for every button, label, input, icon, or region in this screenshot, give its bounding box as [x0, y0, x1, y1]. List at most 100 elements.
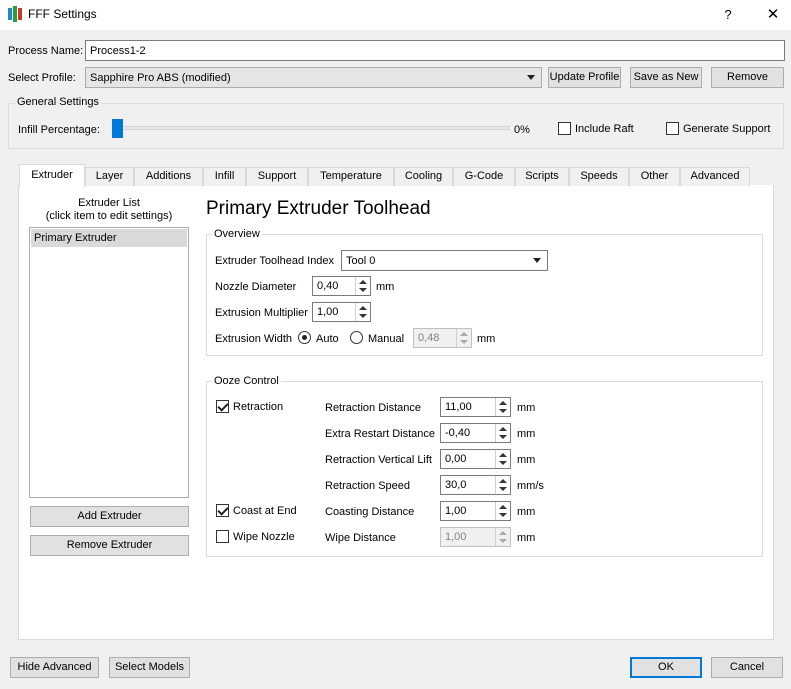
update-profile-button[interactable]: Update Profile: [548, 67, 621, 88]
retraction-distance-label: Retraction Distance: [325, 402, 421, 414]
remove-profile-button[interactable]: Remove: [711, 67, 784, 88]
tab-gcode[interactable]: G-Code: [453, 167, 515, 186]
help-button[interactable]: ?: [716, 5, 740, 25]
manual-radio[interactable]: [350, 331, 363, 344]
infill-slider-handle[interactable]: [112, 119, 123, 138]
save-as-new-button[interactable]: Save as New: [630, 67, 702, 88]
extra-restart-unit: mm: [517, 428, 536, 440]
profile-select[interactable]: Sapphire Pro ABS (modified): [85, 67, 542, 88]
retraction-distance-spinbox[interactable]: 11,00: [440, 397, 511, 417]
retraction-speed-label: Retraction Speed: [325, 480, 410, 492]
retraction-distance-value: 11,00: [445, 401, 472, 413]
spin-down-icon[interactable]: [499, 461, 507, 465]
generate-support-checkbox[interactable]: [666, 122, 679, 135]
spin-up-icon[interactable]: [359, 280, 367, 284]
spin-down-icon[interactable]: [359, 288, 367, 292]
extrusion-width-label: Extrusion Width: [215, 333, 293, 345]
auto-radio[interactable]: [298, 331, 311, 344]
extrusion-width-spinbox[interactable]: 0,48: [413, 328, 472, 348]
spin-down-icon[interactable]: [499, 435, 507, 439]
chevron-down-icon: [533, 258, 541, 263]
toolhead-index-select[interactable]: Tool 0: [341, 250, 548, 271]
tab-speeds[interactable]: Speeds: [569, 167, 629, 186]
spin-buttons[interactable]: [495, 398, 510, 416]
nozzle-diameter-label: Nozzle Diameter: [215, 281, 297, 293]
extrusion-width-unit: mm: [477, 333, 496, 345]
retraction-distance-unit: mm: [517, 402, 536, 414]
retraction-speed-spinbox[interactable]: 30,0: [440, 475, 511, 495]
retraction-speed-unit: mm/s: [517, 480, 544, 492]
manual-label: Manual: [368, 333, 405, 345]
spin-up-icon[interactable]: [499, 401, 507, 405]
wipe-nozzle-checkbox[interactable]: [216, 530, 229, 543]
general-settings-title: General Settings: [15, 95, 101, 109]
tab-additions[interactable]: Additions: [134, 167, 203, 186]
spin-down-icon[interactable]: [359, 314, 367, 318]
include-raft-checkbox[interactable]: [558, 122, 571, 135]
extrusion-width-value: 0,48: [418, 332, 440, 344]
add-extruder-button[interactable]: Add Extruder: [30, 506, 189, 527]
spin-up-icon[interactable]: [499, 427, 507, 431]
retraction-checkbox[interactable]: [216, 400, 229, 413]
tab-layer[interactable]: Layer: [85, 167, 134, 186]
tab-scripts[interactable]: Scripts: [515, 167, 569, 186]
coast-at-end-checkbox[interactable]: [216, 504, 229, 517]
remove-extruder-button[interactable]: Remove Extruder: [30, 535, 189, 556]
spin-up-icon[interactable]: [499, 453, 507, 457]
wipe-distance-value: 1,00: [445, 531, 467, 543]
wipe-distance-unit: mm: [517, 532, 536, 544]
tab-infill[interactable]: Infill: [203, 167, 246, 186]
tab-extruder[interactable]: Extruder: [19, 164, 85, 187]
vertical-lift-label: Retraction Vertical Lift: [325, 454, 432, 466]
spin-buttons[interactable]: [355, 303, 370, 321]
spin-down-icon[interactable]: [499, 409, 507, 413]
wipe-distance-spinbox[interactable]: 1,00: [440, 527, 511, 547]
spin-up-icon[interactable]: [359, 306, 367, 310]
include-raft-label: Include Raft: [575, 123, 634, 135]
spin-buttons[interactable]: [495, 476, 510, 494]
extra-restart-value: -0,40: [445, 427, 471, 439]
title-bar: [0, 0, 791, 30]
ooze-control-title: Ooze Control: [212, 374, 281, 388]
infill-slider-track[interactable]: [114, 126, 510, 130]
extra-restart-spinbox[interactable]: -0,40: [440, 423, 511, 443]
generate-support-label: Generate Support: [683, 123, 771, 135]
extruder-list[interactable]: [29, 227, 189, 498]
list-item[interactable]: Primary Extruder: [31, 229, 187, 247]
tab-support[interactable]: Support: [246, 167, 308, 186]
coasting-distance-unit: mm: [517, 506, 536, 518]
spin-buttons[interactable]: [355, 277, 370, 295]
tab-other[interactable]: Other: [629, 167, 680, 186]
tab-temperature[interactable]: Temperature: [308, 167, 394, 186]
spin-down-icon[interactable]: [460, 340, 468, 344]
extrusion-multiplier-spinbox[interactable]: 1,00: [312, 302, 371, 322]
ok-button[interactable]: OK: [630, 657, 702, 678]
spin-up-icon[interactable]: [499, 531, 507, 535]
close-button[interactable]: ✕: [758, 5, 788, 25]
spin-up-icon[interactable]: [499, 479, 507, 483]
select-models-button[interactable]: Select Models: [109, 657, 190, 678]
spin-down-icon[interactable]: [499, 513, 507, 517]
tab-advanced[interactable]: Advanced: [680, 167, 750, 186]
hide-advanced-button[interactable]: Hide Advanced: [10, 657, 99, 678]
spin-buttons[interactable]: [495, 502, 510, 520]
spin-buttons[interactable]: [495, 528, 510, 546]
select-profile-label: Select Profile:: [8, 72, 76, 84]
window-title: FFF Settings: [28, 7, 97, 21]
spin-down-icon[interactable]: [499, 539, 507, 543]
spin-buttons[interactable]: [456, 329, 471, 347]
wipe-distance-label: Wipe Distance: [325, 532, 396, 544]
spin-buttons[interactable]: [495, 450, 510, 468]
spin-down-icon[interactable]: [499, 487, 507, 491]
vertical-lift-spinbox[interactable]: 0,00: [440, 449, 511, 469]
toolhead-index-value: Tool 0: [346, 255, 376, 267]
app-logo-icon: [8, 6, 22, 22]
nozzle-diameter-spinbox[interactable]: 0,40: [312, 276, 371, 296]
spin-up-icon[interactable]: [499, 505, 507, 509]
cancel-button[interactable]: Cancel: [711, 657, 783, 678]
tab-cooling[interactable]: Cooling: [394, 167, 453, 186]
spin-buttons[interactable]: [495, 424, 510, 442]
coasting-distance-spinbox[interactable]: 1,00: [440, 501, 511, 521]
process-name-input[interactable]: Process1-2: [85, 40, 785, 61]
spin-up-icon[interactable]: [460, 332, 468, 336]
